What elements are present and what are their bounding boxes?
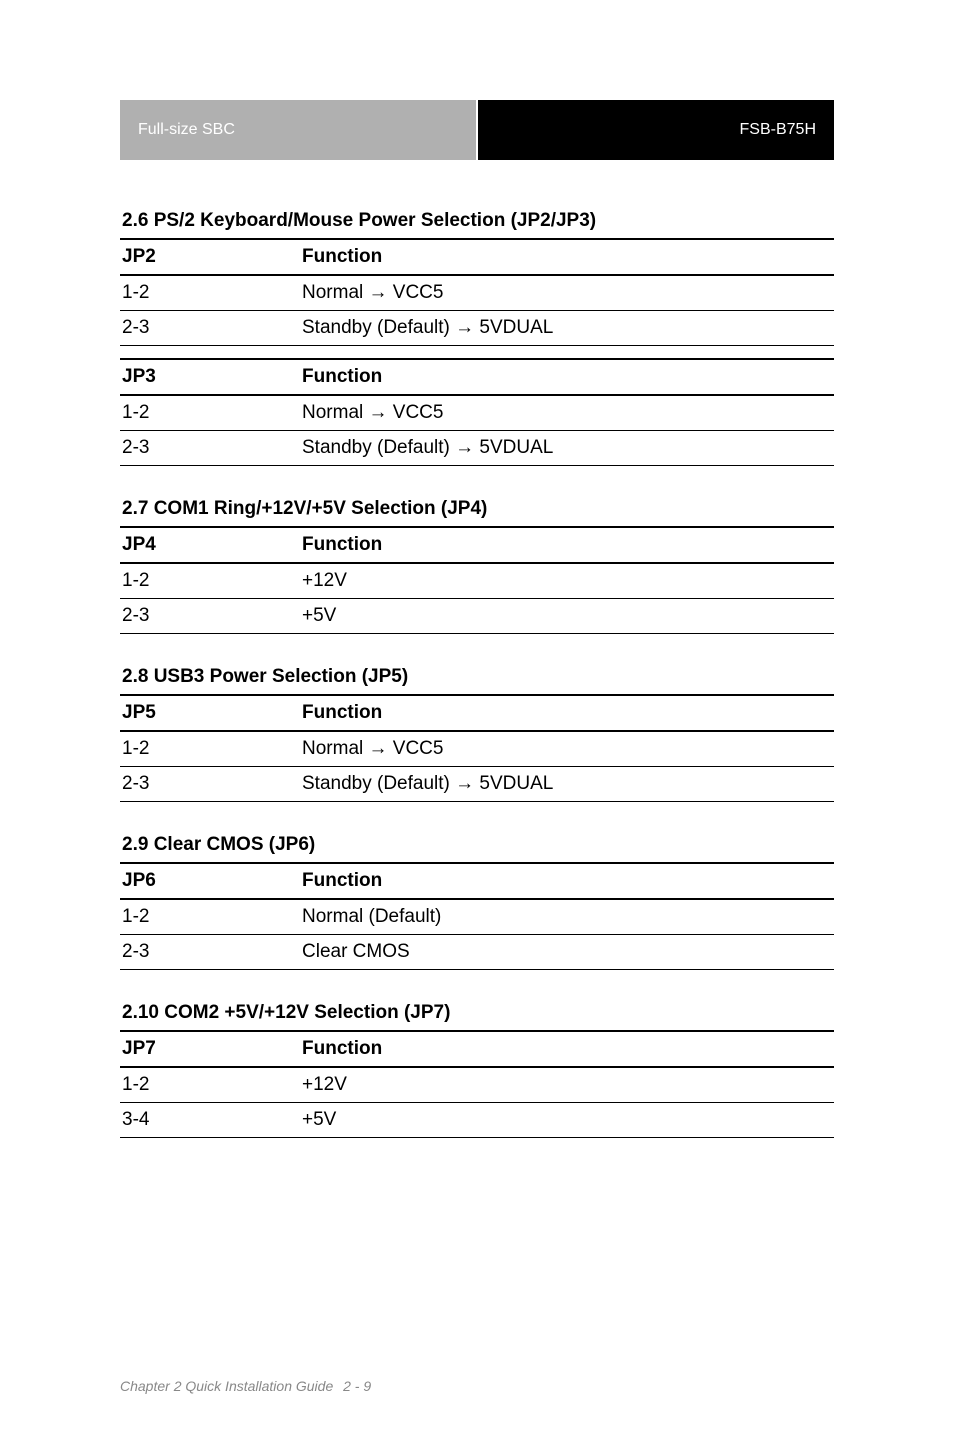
table-cell-pins: 2-3 [122,437,302,459]
table-header-col2: Function [302,870,832,892]
table-row: 2-3+5V [120,599,834,634]
table-cell-pins: 2-3 [122,605,302,627]
footer-page: 2 - 9 [343,1378,371,1394]
table-cell-function: Normal → VCC5 [302,282,832,304]
table-cell-pins: 2-3 [122,317,302,339]
table-cell-pins: 2-3 [122,773,302,795]
section: 2.10 COM2 +5V/+12V Selection (JP7) JP7Fun… [120,1002,834,1138]
page-container: Full-size SBC FSB-B75H 2.6 PS/2 Keyboard… [0,0,954,1230]
section-title: 2.8 USB3 Power Selection (JP5) [120,666,834,688]
table-cell-pins: 2-3 [122,941,302,963]
section-title: 2.6 PS/2 Keyboard/Mouse Power Selection … [120,210,834,232]
table-row: 1-2+12V [120,564,834,599]
footer-chapter: Chapter 2 Quick Installation Guide [120,1378,333,1394]
table-header-col1: JP2 [122,246,302,268]
section: 2.7 COM1 Ring/+12V/+5V Selection (JP4) JP… [120,498,834,634]
table-header-col2: Function [302,534,832,556]
header-right: FSB-B75H [476,100,834,160]
table-cell-pins: 1-2 [122,1074,302,1096]
table-header-row: JP5Function [120,694,834,732]
table-header-col1: JP6 [122,870,302,892]
table-header-col1: JP5 [122,702,302,724]
section-title: 2.9 Clear CMOS (JP6) [120,834,834,856]
table-cell-function: Normal → VCC5 [302,402,832,424]
table-cell-function: +5V [302,605,832,627]
table-row: 3-4+5V [120,1103,834,1138]
section-title: 2.10 COM2 +5V/+12V Selection (JP7) [120,1002,834,1024]
sub-table: JP5Function1-2Normal → VCC52-3Standby (D… [120,694,834,802]
table-header-row: JP2Function [120,238,834,276]
table-header-col2: Function [302,702,832,724]
table-cell-function: Standby (Default) → 5VDUAL [302,437,832,459]
table-cell-function: Clear CMOS [302,941,832,963]
table-cell-function: Standby (Default) → 5VDUAL [302,317,832,339]
table-cell-pins: 1-2 [122,402,302,424]
table-cell-function: Normal (Default) [302,906,832,928]
table-cell-pins: 3-4 [122,1109,302,1131]
section: 2.8 USB3 Power Selection (JP5) JP5Functio… [120,666,834,802]
table-header-row: JP3Function [120,358,834,396]
table-cell-function: +12V [302,570,832,592]
table-row: 2-3Standby (Default) → 5VDUAL [120,311,834,346]
table-cell-pins: 1-2 [122,738,302,760]
table-cell-function: +12V [302,1074,832,1096]
table-header-col2: Function [302,1038,832,1060]
sub-table: JP2Function1-2Normal → VCC52-3Standby (D… [120,238,834,346]
table-row: 1-2Normal (Default) [120,900,834,935]
table-row: 1-2Normal → VCC5 [120,276,834,311]
table-cell-pins: 1-2 [122,906,302,928]
table-row: 1-2+12V [120,1068,834,1103]
sections-container: 2.6 PS/2 Keyboard/Mouse Power Selection … [120,210,834,1138]
table-header-col2: Function [302,246,832,268]
table-cell-pins: 1-2 [122,570,302,592]
sub-table: JP4Function1-2+12V2-3+5V [120,526,834,634]
table-header-col2: Function [302,366,832,388]
table-cell-pins: 1-2 [122,282,302,304]
table-row: 2-3Standby (Default) → 5VDUAL [120,431,834,466]
table-cell-function: +5V [302,1109,832,1131]
page-footer: Chapter 2 Quick Installation Guide 2 - 9 [120,1378,834,1394]
table-header-col1: JP7 [122,1038,302,1060]
table-header-row: JP6Function [120,862,834,900]
sub-table: JP6Function1-2Normal (Default)2-3Clear C… [120,862,834,970]
section-title: 2.7 COM1 Ring/+12V/+5V Selection (JP4) [120,498,834,520]
header-bar: Full-size SBC FSB-B75H [120,100,834,160]
table-row: 2-3Standby (Default) → 5VDUAL [120,767,834,802]
section: 2.9 Clear CMOS (JP6)JP6Function1-2Normal… [120,834,834,970]
table-header-row: JP4Function [120,526,834,564]
table-row: 1-2Normal → VCC5 [120,396,834,431]
table-cell-function: Standby (Default) → 5VDUAL [302,773,832,795]
table-header-col1: JP4 [122,534,302,556]
sub-table: JP7Function1-2+12V3-4+5V [120,1030,834,1138]
header-left: Full-size SBC [120,100,476,160]
table-row: 1-2Normal → VCC5 [120,732,834,767]
table-cell-function: Normal → VCC5 [302,738,832,760]
table-header-col1: JP3 [122,366,302,388]
table-header-row: JP7Function [120,1030,834,1068]
section: 2.6 PS/2 Keyboard/Mouse Power Selection … [120,210,834,466]
table-row: 2-3Clear CMOS [120,935,834,970]
sub-table: JP3Function1-2Normal → VCC52-3Standby (D… [120,358,834,466]
